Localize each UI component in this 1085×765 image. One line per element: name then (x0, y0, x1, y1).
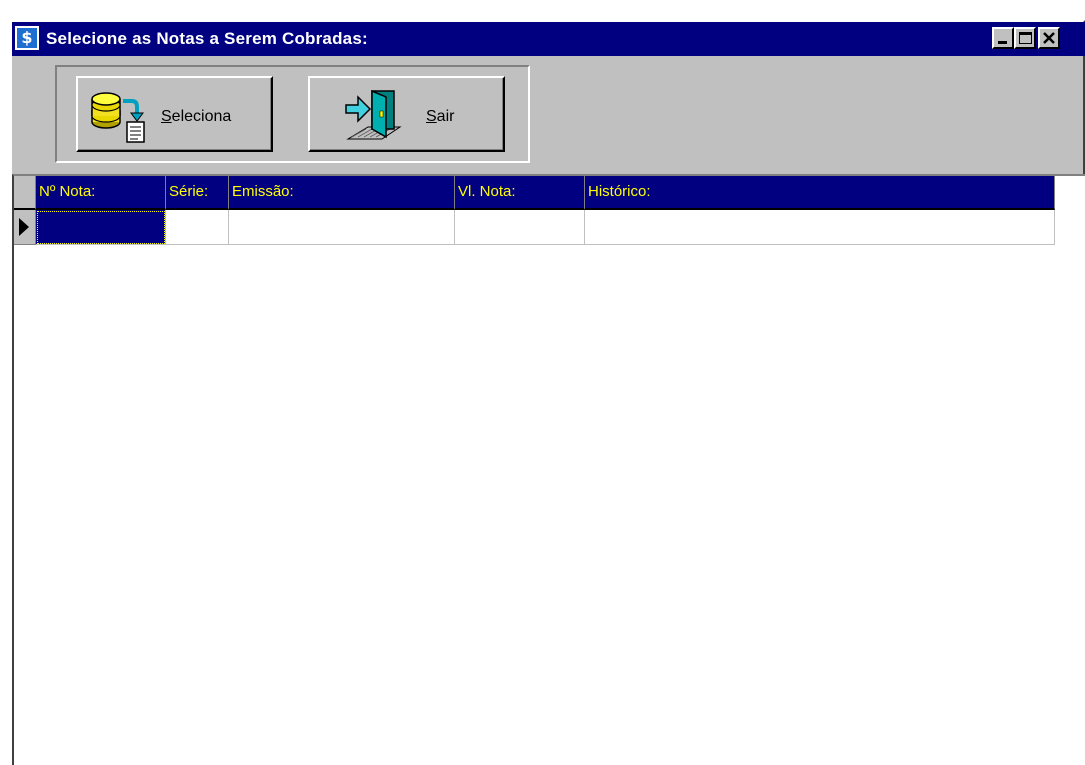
close-button[interactable] (1038, 27, 1060, 49)
cell-emissao[interactable] (229, 210, 455, 245)
row-indicator[interactable] (14, 210, 36, 245)
minimize-icon (998, 41, 1007, 44)
maximize-button[interactable] (1014, 27, 1036, 49)
column-header-nota[interactable]: Nº Nota: (36, 176, 166, 210)
cell-nota[interactable] (36, 210, 166, 245)
toolbar-panel: Seleciona Sair (55, 65, 530, 163)
sair-label: Sair (426, 108, 455, 125)
column-header-emissao[interactable]: Emissão: (229, 176, 455, 210)
database-to-document-icon (91, 92, 145, 143)
column-header-valor[interactable]: Vl. Nota: (455, 176, 585, 210)
row-indicator-header (14, 176, 36, 210)
main-window: $ Selecione as Notas a Serem Cobradas: S… (10, 20, 1085, 765)
cell-historico[interactable] (585, 210, 1055, 245)
current-row-arrow-icon (19, 218, 29, 236)
cell-valor[interactable] (455, 210, 585, 245)
maximize-icon (1019, 32, 1032, 44)
seleciona-button[interactable]: Seleciona (76, 76, 273, 152)
exit-door-icon (345, 89, 402, 140)
column-header-serie[interactable]: Série: (166, 176, 229, 210)
sair-button[interactable]: Sair (308, 76, 505, 152)
column-header-historico[interactable]: Histórico: (585, 176, 1055, 210)
title-bar[interactable]: $ Selecione as Notas a Serem Cobradas: (12, 22, 1085, 56)
window-title: Selecione as Notas a Serem Cobradas: (46, 29, 368, 48)
dollar-icon[interactable]: $ (15, 26, 39, 50)
cell-serie[interactable] (166, 210, 229, 245)
seleciona-label: Seleciona (161, 108, 232, 125)
close-icon (1043, 32, 1055, 44)
minimize-button[interactable] (992, 27, 1014, 49)
notes-grid[interactable]: Nº Nota: Série: Emissão: Vl. Nota: Histó… (12, 174, 1085, 765)
